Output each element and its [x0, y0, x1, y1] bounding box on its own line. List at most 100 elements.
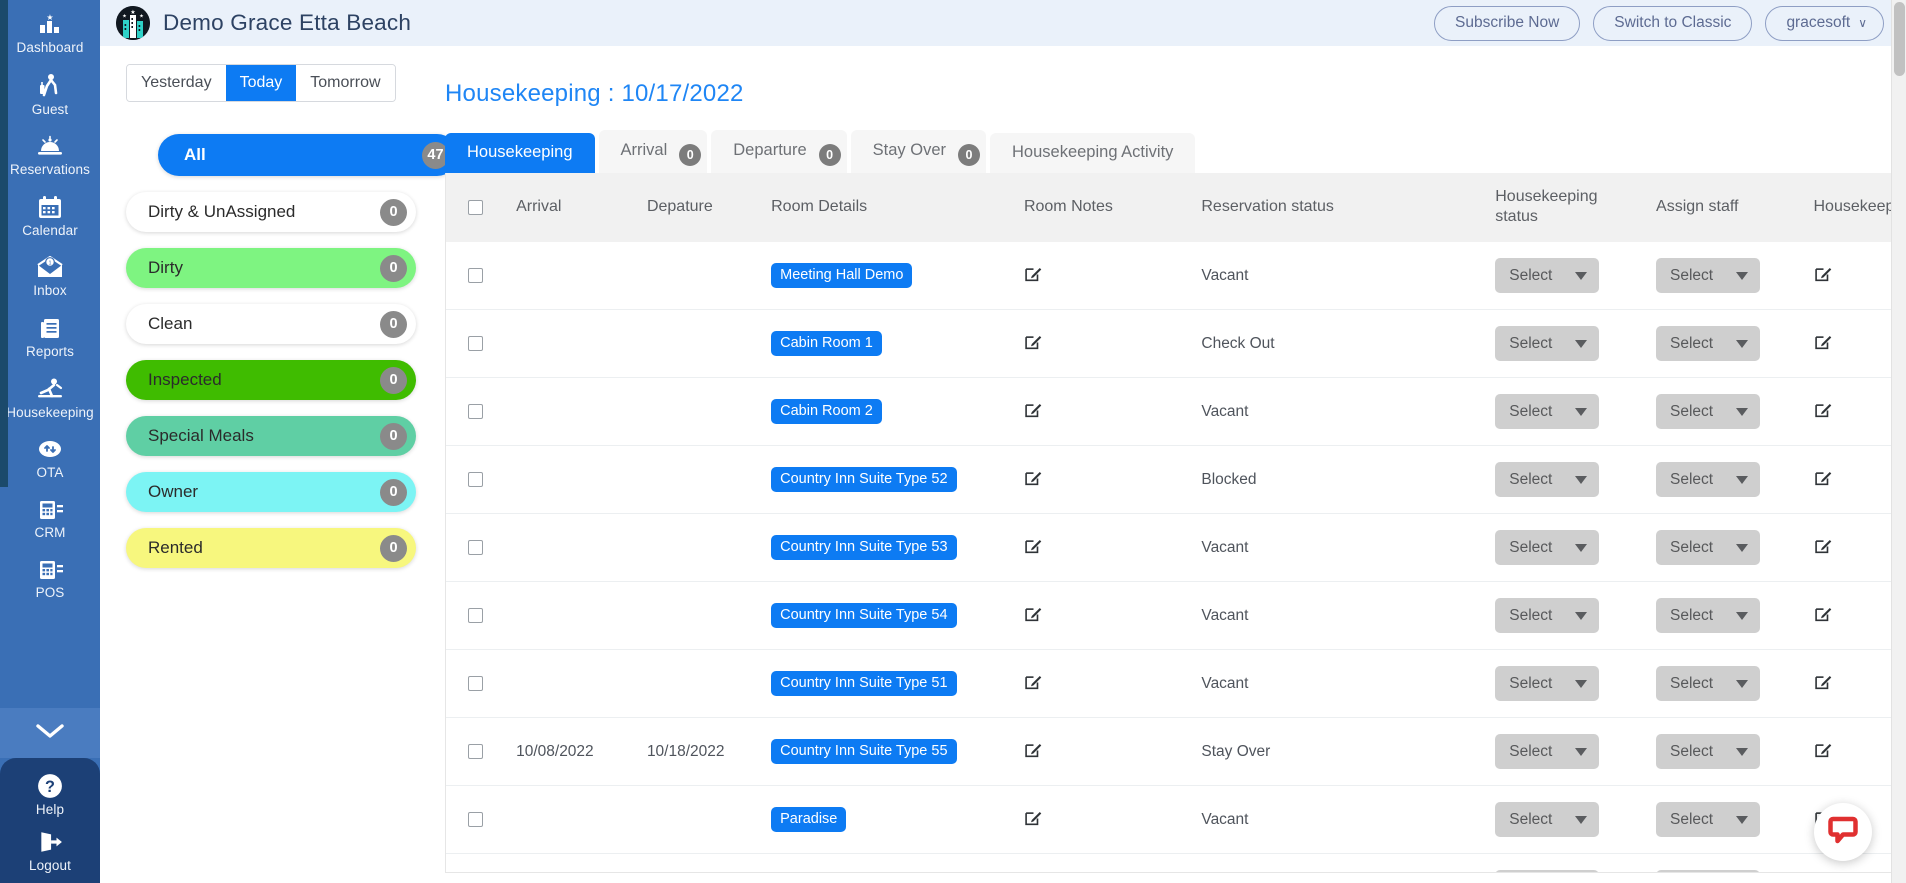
sidebar-item-inbox[interactable]: 1 Inbox — [0, 247, 100, 307]
housekeeping-status-select[interactable]: Select — [1495, 394, 1600, 430]
row-checkbox[interactable] — [468, 812, 483, 828]
edit-pencil-icon[interactable] — [1024, 675, 1043, 695]
room-tag[interactable]: Country Inn Suite Type 54 — [771, 603, 957, 629]
row-checkbox[interactable] — [468, 744, 483, 760]
sidebar-item-reservations[interactable]: Reservations — [0, 126, 100, 186]
row-checkbox[interactable] — [468, 676, 483, 692]
status-filter-inspected[interactable]: Inspected 0 — [126, 360, 416, 400]
housekeeping-status-select[interactable]: Select — [1495, 734, 1600, 770]
table-row: Country Inn Suite Type 53 Vacant Select Sel… — [446, 513, 1905, 583]
column-arrival: Arrival — [508, 173, 639, 242]
main-sidebar: ★ Dashboard Guest Reservations Calendar 1 Inbo… — [0, 0, 100, 883]
assign-staff-select[interactable]: Select — [1656, 462, 1761, 498]
edit-pencil-icon[interactable] — [1814, 403, 1833, 423]
sidebar-item-label: CRM — [34, 525, 66, 540]
scrollbar-thumb[interactable] — [1894, 2, 1905, 76]
select-all-checkbox[interactable] — [468, 199, 483, 215]
room-tag[interactable]: Country Inn Suite Type 52 — [771, 467, 957, 493]
status-filter-dirty[interactable]: Dirty 0 — [126, 248, 416, 288]
edit-pencil-icon[interactable] — [1024, 267, 1043, 287]
sidebar-item-crm[interactable]: CRM — [0, 489, 100, 549]
sidebar-item-calendar[interactable]: Calendar — [0, 186, 100, 247]
tab-departure[interactable]: Departure 0 — [711, 130, 847, 173]
room-tag[interactable]: Cabin Room 1 — [771, 331, 882, 357]
status-filter-owner[interactable]: Owner 0 — [126, 472, 416, 512]
assign-staff-select[interactable]: Select — [1656, 598, 1761, 634]
row-checkbox[interactable] — [468, 472, 483, 488]
tab-arrival[interactable]: Arrival 0 — [598, 130, 708, 173]
assign-staff-select[interactable]: Select — [1656, 394, 1761, 430]
sidebar-item-guest[interactable]: Guest — [0, 64, 100, 126]
edit-pencil-icon[interactable] — [1024, 811, 1043, 831]
status-filter-clean[interactable]: Clean 0 — [126, 304, 416, 344]
edit-pencil-icon[interactable] — [1024, 403, 1043, 423]
housekeeping-status-select[interactable]: Select — [1495, 258, 1600, 294]
sidebar-item-logout[interactable]: Logout — [27, 824, 73, 878]
tab-housekeeping-activity[interactable]: Housekeeping Activity — [990, 133, 1196, 173]
sidebar-item-pos[interactable]: POS — [0, 549, 100, 609]
edit-pencil-icon[interactable] — [1814, 335, 1833, 355]
tab-stay-over[interactable]: Stay Over 0 — [850, 130, 986, 173]
row-checkbox[interactable] — [468, 336, 483, 352]
edit-pencil-icon[interactable] — [1814, 607, 1833, 627]
tab-label: Housekeeping Activity — [1012, 143, 1174, 161]
table-header-row: Arrival Depature Room Details Room Notes… — [446, 173, 1905, 242]
edit-pencil-icon[interactable] — [1024, 335, 1043, 355]
housekeeping-status-select[interactable]: Select — [1495, 530, 1600, 566]
housekeeping-status-select[interactable]: Select — [1495, 870, 1600, 872]
status-filter-rented[interactable]: Rented 0 — [126, 528, 416, 568]
edit-pencil-icon[interactable] — [1814, 471, 1833, 491]
sidebar-item-help[interactable]: ? Help — [34, 768, 66, 822]
chat-widget-button[interactable] — [1814, 803, 1872, 861]
assign-staff-select[interactable]: Select — [1656, 734, 1761, 770]
edit-pencil-icon[interactable] — [1024, 743, 1043, 763]
room-tag[interactable]: Country Inn Suite Type 53 — [771, 535, 957, 561]
status-filter-dirty-unassigned[interactable]: Dirty & UnAssigned 0 — [126, 192, 416, 232]
edit-pencil-icon[interactable] — [1024, 607, 1043, 627]
edit-pencil-icon[interactable] — [1814, 743, 1833, 763]
day-button-tomorrow[interactable]: Tomorrow — [296, 65, 395, 101]
switch-to-classic-button[interactable]: Switch to Classic — [1593, 5, 1753, 41]
user-menu-button[interactable]: gracesoft ∨ — [1765, 5, 1884, 41]
edit-pencil-icon[interactable] — [1814, 267, 1833, 287]
edit-pencil-icon[interactable] — [1814, 675, 1833, 695]
sidebar-item-housekeeping[interactable]: Housekeeping — [0, 368, 100, 429]
room-tag[interactable]: Country Inn Suite Type 51 — [771, 671, 957, 697]
status-filter-special-meals[interactable]: Special Meals 0 — [126, 416, 416, 456]
sidebar-item-ota[interactable]: OTA — [0, 429, 100, 489]
room-tag[interactable]: Meeting Hall Demo — [771, 263, 913, 289]
chevron-down-icon: ∨ — [1858, 15, 1867, 30]
edit-pencil-icon[interactable] — [1814, 539, 1833, 559]
assign-staff-select[interactable]: Select — [1656, 802, 1761, 838]
assign-staff-select[interactable]: Select — [1656, 530, 1761, 566]
sidebar-expand-button[interactable] — [0, 708, 100, 758]
edit-pencil-icon[interactable] — [1024, 471, 1043, 491]
housekeeping-status-select[interactable]: Select — [1495, 802, 1600, 838]
row-checkbox[interactable] — [468, 608, 483, 624]
day-button-today[interactable]: Today — [225, 65, 297, 101]
sidebar-item-dashboard[interactable]: ★ Dashboard — [0, 4, 100, 64]
tab-housekeeping[interactable]: Housekeeping — [445, 133, 595, 173]
day-button-yesterday[interactable]: Yesterday — [127, 65, 226, 101]
room-tag[interactable]: Country Inn Suite Type 55 — [771, 739, 957, 765]
subscribe-now-button[interactable]: Subscribe Now — [1434, 5, 1581, 41]
sidebar-item-reports[interactable]: Reports — [0, 307, 100, 368]
row-checkbox[interactable] — [468, 268, 483, 284]
housekeeping-status-select[interactable]: Select — [1495, 326, 1600, 362]
edit-pencil-icon[interactable] — [1024, 539, 1043, 559]
assign-staff-select[interactable]: Select — [1656, 666, 1761, 702]
room-tag[interactable]: Paradise — [771, 807, 847, 833]
page-scrollbar[interactable] — [1891, 0, 1906, 883]
room-tag[interactable]: Cabin Room 2 — [771, 399, 882, 425]
row-checkbox[interactable] — [468, 404, 483, 420]
assign-staff-select[interactable]: Select — [1656, 258, 1761, 294]
assign-staff-select[interactable]: Select — [1656, 326, 1761, 362]
header-actions: Subscribe Now Switch to Classic gracesof… — [1434, 5, 1884, 41]
housekeeping-status-select[interactable]: Select — [1495, 462, 1600, 498]
housekeeping-status-select[interactable]: Select — [1495, 666, 1600, 702]
housekeeping-status-select[interactable]: Select — [1495, 598, 1600, 634]
status-filter-all[interactable]: All 47 — [158, 134, 458, 176]
filters-panel: Yesterday Today Tomorrow All 47 Dirty & UnAs… — [126, 64, 458, 568]
assign-staff-select[interactable]: Select — [1656, 870, 1761, 872]
row-checkbox[interactable] — [468, 540, 483, 556]
